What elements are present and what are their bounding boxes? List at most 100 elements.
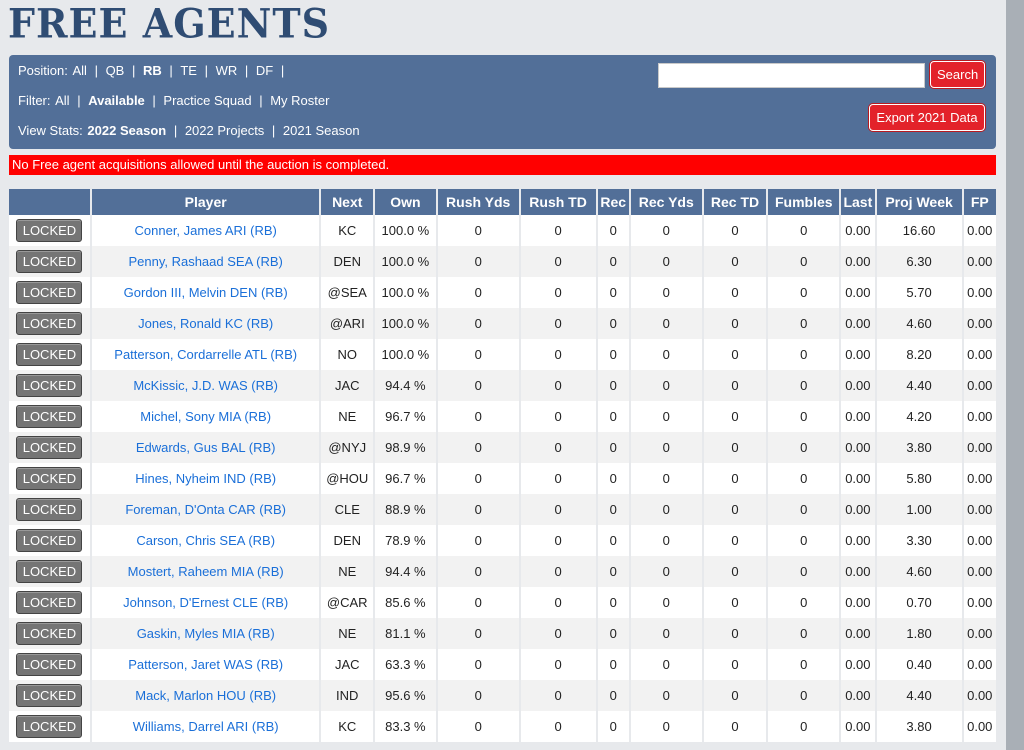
locked-button[interactable]: LOCKED (16, 343, 83, 366)
locked-button[interactable]: LOCKED (16, 250, 83, 273)
column-header-rec-yds[interactable]: Rec Yds (629, 189, 704, 215)
free-agents-table: Player Next Own Rush Yds Rush TD Rec Rec Yds Re… (9, 189, 996, 742)
table-row: LOCKED Gaskin, Myles MIA (RB) NE 81.1 % 0 0 0 0… (9, 618, 996, 649)
locked-button[interactable]: LOCKED (16, 591, 83, 614)
cell-player: Conner, James ARI (RB) (90, 215, 322, 246)
cell-proj-week: 6.30 (875, 246, 964, 277)
cell-fp: 0.00 (962, 680, 996, 711)
cell-proj-week: 4.20 (875, 401, 964, 432)
filter-option-available[interactable]: Available (88, 93, 145, 108)
player-link[interactable]: Edwards, Gus BAL (RB) (136, 440, 276, 455)
cell-proj-week: 4.60 (875, 308, 964, 339)
cell-rec: 0 (596, 556, 631, 587)
player-link[interactable]: Mostert, Raheem MIA (RB) (128, 564, 284, 579)
cell-rush-yds: 0 (436, 308, 521, 339)
locked-button[interactable]: LOCKED (16, 405, 83, 428)
position-filter: Position: All | QB | RB | TE | WR | DF | (18, 63, 288, 78)
cell-next: JAC (320, 649, 376, 680)
column-header-own[interactable]: Own (374, 189, 438, 215)
view-stats-option-2022-projects[interactable]: 2022 Projects (185, 123, 265, 138)
cell-own: 98.9 % (374, 432, 438, 463)
column-header-proj-week[interactable]: Proj Week (875, 189, 964, 215)
filter-option-all[interactable]: All (55, 93, 69, 108)
player-link[interactable]: Johnson, D'Ernest CLE (RB) (123, 595, 288, 610)
filter-option-practice-squad[interactable]: Practice Squad (163, 93, 251, 108)
locked-button[interactable]: LOCKED (16, 281, 83, 304)
filter-option-my-roster[interactable]: My Roster (270, 93, 329, 108)
player-link[interactable]: Patterson, Cordarrelle ATL (RB) (114, 347, 297, 362)
cell-rush-td: 0 (519, 401, 598, 432)
cell-next: DEN (320, 525, 376, 556)
page-scrollbar[interactable] (1006, 0, 1024, 750)
player-link[interactable]: Patterson, Jaret WAS (RB) (128, 657, 283, 672)
position-option-df[interactable]: DF (256, 63, 273, 78)
cell-rec-yds: 0 (629, 711, 704, 742)
export-data-button[interactable]: Export 2021 Data (869, 104, 985, 131)
player-link[interactable]: Jones, Ronald KC (RB) (138, 316, 273, 331)
locked-button[interactable]: LOCKED (16, 560, 83, 583)
cell-fp: 0.00 (962, 494, 996, 525)
position-option-all[interactable]: All (73, 63, 87, 78)
position-option-rb[interactable]: RB (143, 63, 162, 78)
locked-button[interactable]: LOCKED (16, 529, 83, 552)
action-cell: LOCKED (9, 680, 92, 711)
player-link[interactable]: Conner, James ARI (RB) (135, 223, 277, 238)
column-header-rush-td[interactable]: Rush TD (519, 189, 598, 215)
column-header-last[interactable]: Last (840, 189, 877, 215)
position-option-wr[interactable]: WR (216, 63, 238, 78)
player-link[interactable]: Foreman, D'Onta CAR (RB) (125, 502, 286, 517)
view-stats-option-2022-season[interactable]: 2022 Season (87, 123, 166, 138)
column-header-rec-td[interactable]: Rec TD (702, 189, 769, 215)
action-cell: LOCKED (9, 587, 92, 618)
locked-button[interactable]: LOCKED (16, 312, 83, 335)
column-header-rush-yds[interactable]: Rush Yds (436, 189, 521, 215)
locked-button[interactable]: LOCKED (16, 467, 83, 490)
locked-button[interactable]: LOCKED (16, 436, 83, 459)
player-link[interactable]: Penny, Rashaad SEA (RB) (128, 254, 282, 269)
action-cell: LOCKED (9, 618, 92, 649)
locked-button[interactable]: LOCKED (16, 219, 83, 242)
action-cell: LOCKED (9, 494, 92, 525)
player-link[interactable]: Mack, Marlon HOU (RB) (135, 688, 276, 703)
search-input[interactable] (658, 63, 925, 88)
player-link[interactable]: Gordon III, Melvin DEN (RB) (124, 285, 288, 300)
table-row: LOCKED Gordon III, Melvin DEN (RB) @SEA 100… (9, 277, 996, 308)
cell-fp: 0.00 (962, 525, 996, 556)
player-link[interactable]: Michel, Sony MIA (RB) (140, 409, 271, 424)
player-link[interactable]: Hines, Nyheim IND (RB) (135, 471, 276, 486)
cell-next: JAC (320, 370, 376, 401)
cell-fumbles: 0 (767, 277, 842, 308)
table-row: LOCKED Patterson, Jaret WAS (RB) JAC 63.3 %… (9, 649, 996, 680)
cell-fp: 0.00 (962, 370, 996, 401)
cell-fp: 0.00 (962, 339, 996, 370)
cell-player: Patterson, Jaret WAS (RB) (90, 649, 322, 680)
cell-rec-yds: 0 (629, 246, 704, 277)
locked-button[interactable]: LOCKED (16, 622, 83, 645)
locked-button[interactable]: LOCKED (16, 684, 83, 707)
player-link[interactable]: Gaskin, Myles MIA (RB) (137, 626, 275, 641)
player-link[interactable]: McKissic, J.D. WAS (RB) (133, 378, 278, 393)
column-header-next[interactable]: Next (320, 189, 376, 215)
cell-last: 0.00 (840, 277, 877, 308)
player-link[interactable]: Carson, Chris SEA (RB) (136, 533, 275, 548)
locked-button[interactable]: LOCKED (16, 653, 83, 676)
cell-rec: 0 (596, 401, 631, 432)
locked-button[interactable]: LOCKED (16, 498, 83, 521)
column-header-player[interactable]: Player (90, 189, 322, 215)
cell-last: 0.00 (840, 680, 877, 711)
cell-rush-td: 0 (519, 308, 598, 339)
column-header-rec[interactable]: Rec (596, 189, 631, 215)
cell-own: 100.0 % (374, 215, 438, 246)
cell-last: 0.00 (840, 618, 877, 649)
column-header-fp[interactable]: FP (962, 189, 996, 215)
player-link[interactable]: Williams, Darrel ARI (RB) (133, 719, 279, 734)
position-option-qb[interactable]: QB (106, 63, 125, 78)
column-header-fumbles[interactable]: Fumbles (767, 189, 842, 215)
locked-button[interactable]: LOCKED (16, 715, 83, 738)
position-option-te[interactable]: TE (180, 63, 197, 78)
table-header-row: Player Next Own Rush Yds Rush TD Rec Rec Yds Re… (9, 189, 996, 215)
cell-own: 96.7 % (374, 401, 438, 432)
view-stats-option-2021-season[interactable]: 2021 Season (283, 123, 360, 138)
search-button[interactable]: Search (930, 61, 985, 88)
locked-button[interactable]: LOCKED (16, 374, 83, 397)
